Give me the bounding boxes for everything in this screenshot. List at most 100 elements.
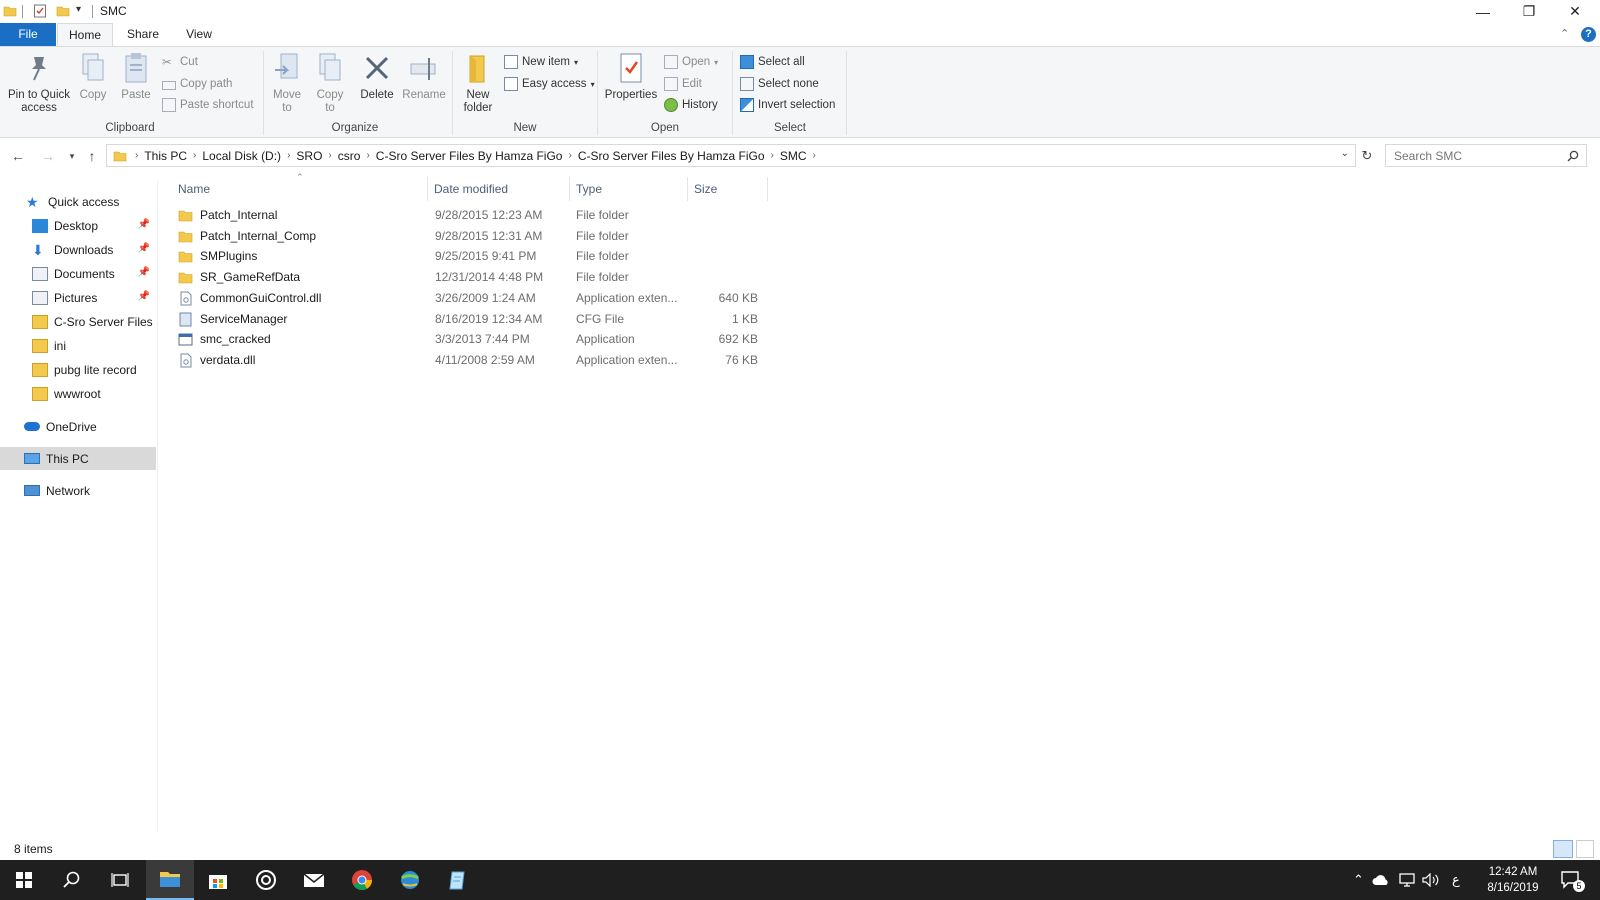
recent-locations-icon[interactable]: ▾	[62, 146, 82, 166]
minimize-button[interactable]: —	[1460, 0, 1506, 23]
breadcrumb-item[interactable]: C-Sro Server Files By Hamza FiGo	[572, 149, 771, 163]
details-view-button[interactable]	[1553, 840, 1573, 858]
back-arrow-icon[interactable]: ←	[8, 146, 28, 166]
sidebar-item-onedrive[interactable]: OneDrive	[0, 415, 156, 438]
new-folder-qat-icon[interactable]	[56, 4, 70, 18]
chevron-right-icon[interactable]: ›	[813, 150, 816, 161]
camera-app-icon[interactable]	[242, 860, 290, 900]
globe-app-icon[interactable]	[386, 860, 434, 900]
file-explorer-icon[interactable]	[146, 860, 194, 900]
pin-icon[interactable]: 📌	[138, 243, 150, 254]
notepad-icon[interactable]	[434, 860, 482, 900]
column-header-type[interactable]: Type	[570, 177, 688, 201]
address-bar[interactable]: › This PC › Local Disk (D:) › SRO › csro › C-Sro…	[106, 144, 1356, 167]
collapse-ribbon-icon[interactable]: ⌃	[1560, 27, 1569, 40]
start-windows-icon[interactable]	[0, 860, 48, 900]
tab-home[interactable]: Home	[57, 23, 113, 46]
column-header-name[interactable]: Name	[172, 177, 428, 201]
file-date: 9/28/2015 12:31 AM	[435, 228, 543, 243]
paste-shortcut-button[interactable]: Paste shortcut	[162, 95, 254, 115]
address-dropdown-icon[interactable]: ⌄	[1341, 148, 1349, 159]
pin-icon[interactable]: 📌	[138, 291, 150, 302]
refresh-icon[interactable]: ↻	[1357, 146, 1377, 166]
select-all-button[interactable]: Select all	[740, 52, 805, 72]
sidebar-item-quick-access-entry[interactable]: Pictures 📌	[0, 286, 156, 309]
tab-view[interactable]: View	[172, 23, 226, 46]
invert-selection-label: Invert selection	[758, 99, 836, 111]
notification-count: 5	[1573, 880, 1585, 892]
file-row[interactable]: smc_cracked 3/3/2013 7:44 PM Application 69…	[172, 329, 772, 350]
tab-file[interactable]: File	[0, 23, 56, 46]
rename-button[interactable]: Rename	[402, 51, 446, 102]
file-row[interactable]: verdata.dll 4/11/2008 2:59 AM Application …	[172, 350, 772, 371]
sidebar-item-quick-access-entry[interactable]: C-Sro Server Files By	[0, 310, 157, 333]
tab-share[interactable]: Share	[116, 23, 170, 46]
invert-selection-button[interactable]: Invert selection	[740, 95, 835, 115]
file-row[interactable]: CommonGuiControl.dll 3/26/2009 1:24 AM App…	[172, 288, 772, 309]
task-view-icon[interactable]	[96, 860, 144, 900]
sidebar-item-quick-access-entry[interactable]: Documents 📌	[0, 262, 156, 285]
clock[interactable]: 12:42 AM 8/16/2019	[1478, 864, 1548, 896]
copy-button[interactable]: Copy	[74, 51, 112, 102]
chrome-icon[interactable]	[338, 860, 386, 900]
new-folder-button[interactable]: New folder	[458, 51, 498, 115]
copy-to-button[interactable]: Copy to	[311, 51, 349, 115]
input-language[interactable]: ع	[1452, 860, 1460, 900]
mail-icon[interactable]	[290, 860, 338, 900]
column-header-size[interactable]: Size	[688, 177, 768, 201]
sidebar-item-quick-access[interactable]: ★ Quick access	[0, 190, 156, 213]
show-hidden-icons[interactable]: ⌃	[1353, 860, 1364, 900]
column-header-date[interactable]: Date modified	[428, 177, 570, 201]
restore-button[interactable]: ❐	[1506, 0, 1552, 23]
sidebar-item-quick-access-entry[interactable]: wwwroot	[0, 382, 156, 405]
select-none-button[interactable]: Select none	[740, 74, 819, 94]
file-row[interactable]: ServiceManager 8/16/2019 12:34 AM CFG File…	[172, 309, 772, 330]
onedrive-tray-icon[interactable]	[1372, 860, 1390, 900]
delete-button[interactable]: Delete	[357, 51, 397, 102]
properties-button[interactable]: Properties	[603, 51, 659, 102]
file-row[interactable]: Patch_Internal 9/28/2015 12:23 AM File fol…	[172, 205, 772, 226]
close-button[interactable]: ✕	[1552, 0, 1598, 23]
new-item-button[interactable]: New item ▾	[504, 52, 578, 72]
pin-icon[interactable]: 📌	[138, 267, 150, 278]
breadcrumb-item[interactable]: C-Sro Server Files By Hamza FiGo	[370, 149, 569, 163]
copy-path-button[interactable]: Copy path	[162, 74, 232, 94]
file-row[interactable]: SMPlugins 9/25/2015 9:41 PM File folder	[172, 246, 772, 267]
network-tray-icon[interactable]	[1398, 860, 1416, 900]
search-icon[interactable]	[48, 860, 96, 900]
sidebar-item-network[interactable]: Network	[0, 479, 156, 502]
breadcrumb-item[interactable]: Local Disk (D:)	[196, 149, 287, 163]
cut-button[interactable]: ✂ Cut	[162, 52, 198, 72]
qat-dropdown-icon[interactable]: ▾	[76, 4, 81, 15]
forward-arrow-icon[interactable]: →	[38, 146, 58, 166]
breadcrumb-item[interactable]: SMC	[774, 149, 813, 163]
pin-quick-access-button[interactable]: Pin to Quick access	[4, 51, 74, 115]
pin-icon[interactable]: 📌	[138, 219, 150, 230]
history-button[interactable]: History	[664, 95, 718, 115]
sidebar-item-quick-access-entry[interactable]: pubg lite record	[0, 358, 156, 381]
move-to-button[interactable]: Move to	[268, 51, 306, 115]
edit-button[interactable]: Edit	[664, 74, 702, 94]
sidebar-item-this-pc[interactable]: This PC	[0, 447, 156, 470]
breadcrumb-item[interactable]: This PC	[138, 149, 193, 163]
properties-qat-icon[interactable]	[33, 4, 47, 18]
search-icon[interactable]	[1567, 150, 1579, 162]
sidebar-item-label: Documents	[54, 266, 115, 281]
store-icon[interactable]	[194, 860, 242, 900]
notifications-icon[interactable]: 5	[1560, 860, 1585, 900]
easy-access-button[interactable]: Easy access ▾	[504, 74, 595, 94]
sidebar-item-quick-access-entry[interactable]: Desktop 📌	[0, 214, 156, 237]
volume-icon[interactable]	[1422, 860, 1440, 900]
breadcrumb-item[interactable]: csro	[332, 149, 367, 163]
breadcrumb-item[interactable]: SRO	[290, 149, 328, 163]
up-arrow-icon[interactable]: ↑	[82, 146, 102, 166]
paste-button[interactable]: Paste	[116, 51, 156, 102]
open-button[interactable]: Open ▾	[664, 52, 718, 72]
file-row[interactable]: Patch_Internal_Comp 9/28/2015 12:31 AM Fil…	[172, 226, 772, 247]
large-icons-view-button[interactable]	[1576, 840, 1594, 858]
search-input[interactable]	[1385, 144, 1587, 167]
help-icon[interactable]: ?	[1581, 27, 1596, 42]
file-row[interactable]: SR_GameRefData 12/31/2014 4:48 PM File fol…	[172, 267, 772, 288]
sidebar-item-quick-access-entry[interactable]: ini	[0, 334, 156, 357]
sidebar-item-quick-access-entry[interactable]: ⬇ Downloads 📌	[0, 238, 156, 261]
